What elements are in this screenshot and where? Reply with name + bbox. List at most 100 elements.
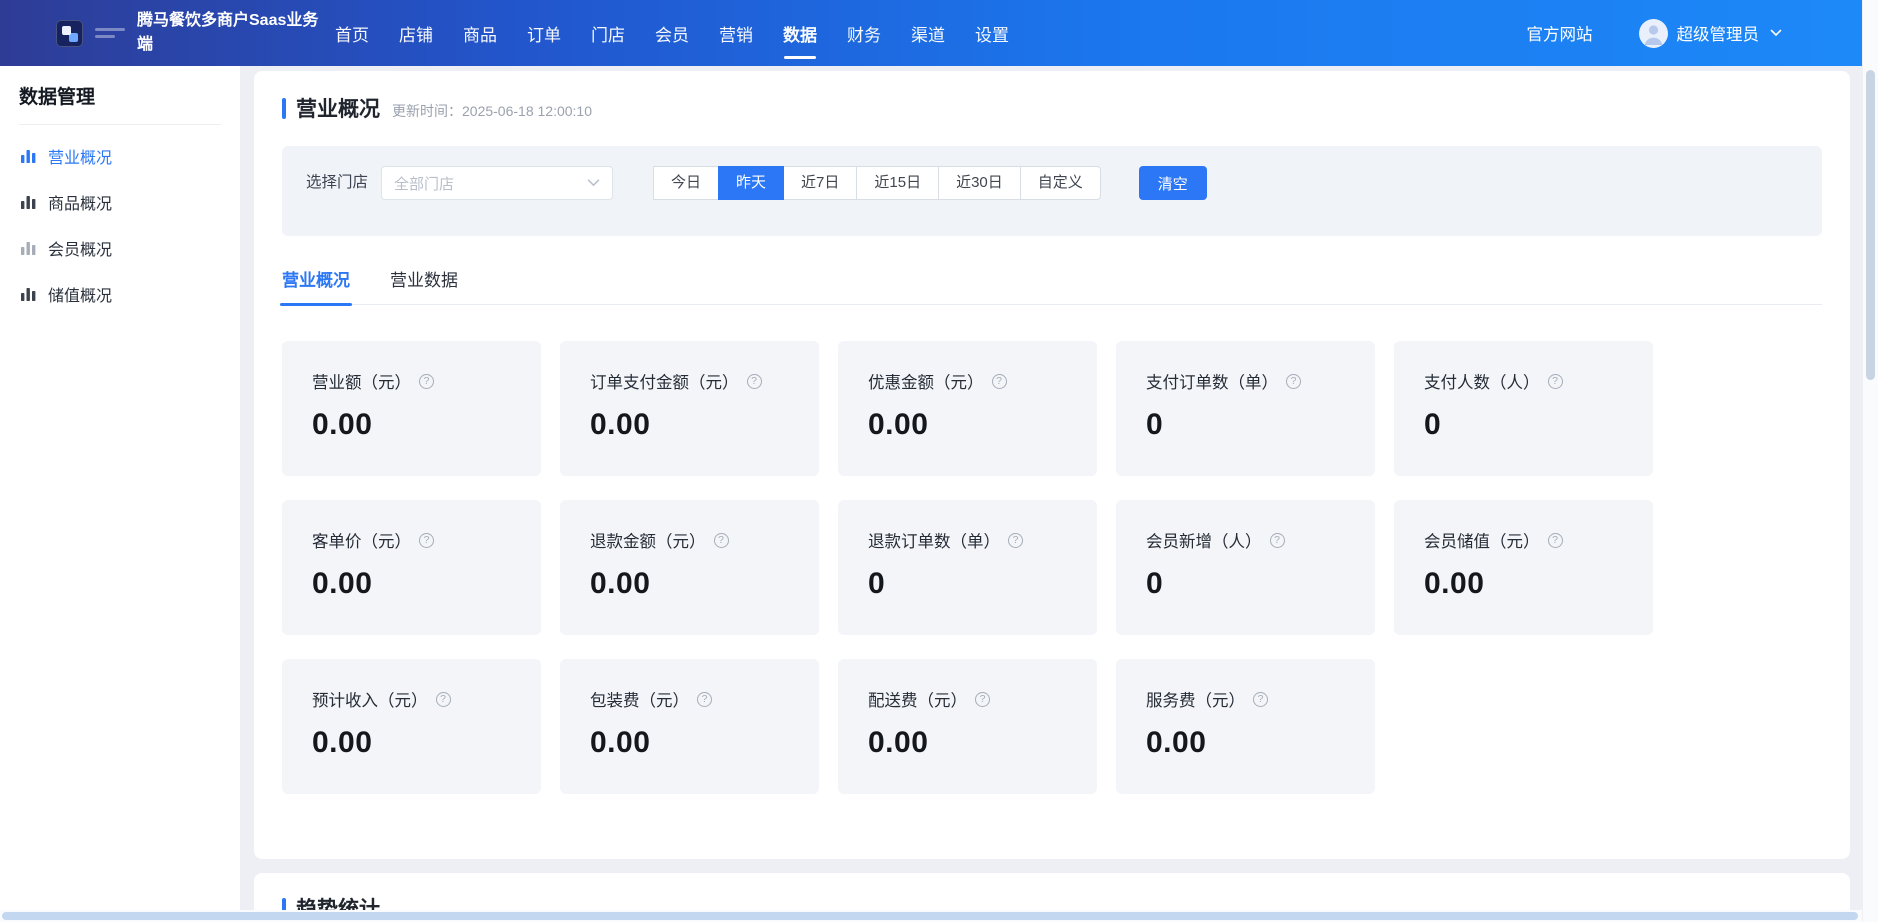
stat-label-text: 退款订单数（单） [868,528,1000,552]
nav-item[interactable]: 首页 [335,21,369,46]
stat-label-text: 会员新增（人） [1146,528,1262,552]
stat-label-text: 支付人数（人） [1424,369,1540,393]
stat-label-text: 包装费（元） [590,687,689,711]
stat-card: 优惠金额（元） ? 0.00 [838,341,1097,476]
nav-item-label: 数据 [783,26,817,45]
stat-label: 退款订单数（单） ? [868,528,1085,552]
person-icon [1639,19,1668,48]
top-navbar: 腾马餐饮多商户Saas业务端 首页 店铺 商品 订单 [0,0,1878,66]
user-name: 超级管理员 [1677,21,1760,45]
sidebar-item-label: 营业概况 [48,144,112,168]
date-range-button[interactable]: 自定义 [1020,166,1101,200]
updated-time: 更新时间：2025-06-18 12:00:10 [392,96,592,121]
sidebar-item[interactable]: 营业概况 [0,133,240,179]
vertical-scrollbar[interactable] [1862,0,1878,922]
stat-card: 会员新增（人） ? 0 [1116,500,1375,635]
stat-value: 0.00 [312,408,529,442]
date-range-button[interactable]: 近7日 [783,166,857,200]
navbar-right: 官方网站 超级管理员 [1527,19,1783,48]
help-icon[interactable]: ? [1286,374,1301,389]
stat-label: 支付订单数（单） ? [1146,369,1363,393]
stat-label: 会员新增（人） ? [1146,528,1363,552]
nav-item[interactable]: 门店 [591,21,625,46]
section-header: 营业概况 更新时间：2025-06-18 12:00:10 [282,93,1822,123]
stat-card: 支付订单数（单） ? 0 [1116,341,1375,476]
help-icon[interactable]: ? [747,374,762,389]
stat-value: 0.00 [1424,567,1641,601]
date-range-button[interactable]: 近15日 [856,166,939,200]
app-title: 腾马餐饮多商户Saas业务端 [137,9,319,57]
date-range-button[interactable]: 昨天 [718,166,784,200]
page-title: 营业概况 [296,93,380,123]
avatar [1639,19,1668,48]
stat-label: 优惠金额（元） ? [868,369,1085,393]
stat-value: 0.00 [312,567,529,601]
logo-mark-icon [56,20,83,47]
help-icon[interactable]: ? [714,533,729,548]
stat-label: 预计收入（元） ? [312,687,529,711]
stat-label: 配送费（元） ? [868,687,1085,711]
business-overview-panel: 营业概况 更新时间：2025-06-18 12:00:10 选择门店 全部门店 … [254,71,1850,859]
nav-item-label: 商品 [463,26,497,45]
sidebar-item[interactable]: 商品概况 [0,179,240,225]
stat-card: 营业额（元） ? 0.00 [282,341,541,476]
date-range-label: 自定义 [1038,174,1083,191]
horizontal-scrollbar[interactable] [0,910,1862,922]
nav-item[interactable]: 营销 [719,21,753,46]
nav-item-label: 订单 [527,26,561,45]
chevron-down-icon [1770,29,1782,37]
help-icon[interactable]: ? [992,374,1007,389]
tab-label: 营业数据 [390,271,458,290]
nav-item[interactable]: 商品 [463,21,497,46]
stat-label-text: 配送费（元） [868,687,967,711]
help-icon[interactable]: ? [1548,533,1563,548]
help-icon[interactable]: ? [1270,533,1285,548]
help-icon[interactable]: ? [1548,374,1563,389]
stat-label-text: 营业额（元） [312,369,411,393]
tab[interactable]: 营业数据 [390,266,458,304]
nav-item[interactable]: 渠道 [911,21,945,46]
nav-item-label: 设置 [975,26,1009,45]
stat-label-text: 支付订单数（单） [1146,369,1278,393]
nav-item[interactable]: 数据 [783,21,817,46]
help-icon[interactable]: ? [1008,533,1023,548]
help-icon[interactable]: ? [419,533,434,548]
nav-item[interactable]: 财务 [847,21,881,46]
bar-chart-icon [20,286,37,302]
clear-button[interactable]: 清空 [1139,166,1207,200]
chevron-down-icon [587,179,600,187]
stat-value: 0 [1146,408,1363,442]
nav-item-label: 渠道 [911,26,945,45]
stat-value: 0.00 [590,726,807,760]
stat-label-text: 退款金额（元） [590,528,706,552]
tab[interactable]: 营业概况 [282,266,350,304]
stat-label: 退款金额（元） ? [590,528,807,552]
help-icon[interactable]: ? [975,692,990,707]
sidebar-item-label: 会员概况 [48,236,112,260]
date-range-button[interactable]: 近30日 [938,166,1021,200]
horizontal-scrollbar-thumb[interactable] [2,912,1858,920]
sidebar-item[interactable]: 会员概况 [0,225,240,271]
stats-grid: 营业额（元） ? 0.00 订单支付金额（元） ? 0.00 [282,341,1662,794]
help-icon[interactable]: ? [436,692,451,707]
vertical-scrollbar-thumb[interactable] [1866,70,1875,380]
nav-item[interactable]: 店铺 [399,21,433,46]
store-select-placeholder: 全部门店 [394,173,454,194]
store-select[interactable]: 全部门店 [381,166,613,200]
help-icon[interactable]: ? [1253,692,1268,707]
updated-time-value: 2025-06-18 12:00:10 [462,103,592,119]
nav-item[interactable]: 订单 [527,21,561,46]
help-icon[interactable]: ? [419,374,434,389]
stat-label: 支付人数（人） ? [1424,369,1641,393]
sidebar-item[interactable]: 储值概况 [0,271,240,317]
nav-item[interactable]: 会员 [655,21,689,46]
help-icon[interactable]: ? [697,692,712,707]
nav-item[interactable]: 设置 [975,21,1009,46]
sidebar-item-label: 商品概况 [48,190,112,214]
user-menu[interactable]: 超级管理员 [1639,19,1783,48]
bar-chart-icon [20,240,37,256]
official-site-link[interactable]: 官方网站 [1527,21,1593,45]
date-range-button[interactable]: 今日 [653,166,719,200]
store-select-label: 选择门店 [306,166,368,200]
sidebar: 数据管理 营业概况 [0,66,240,922]
